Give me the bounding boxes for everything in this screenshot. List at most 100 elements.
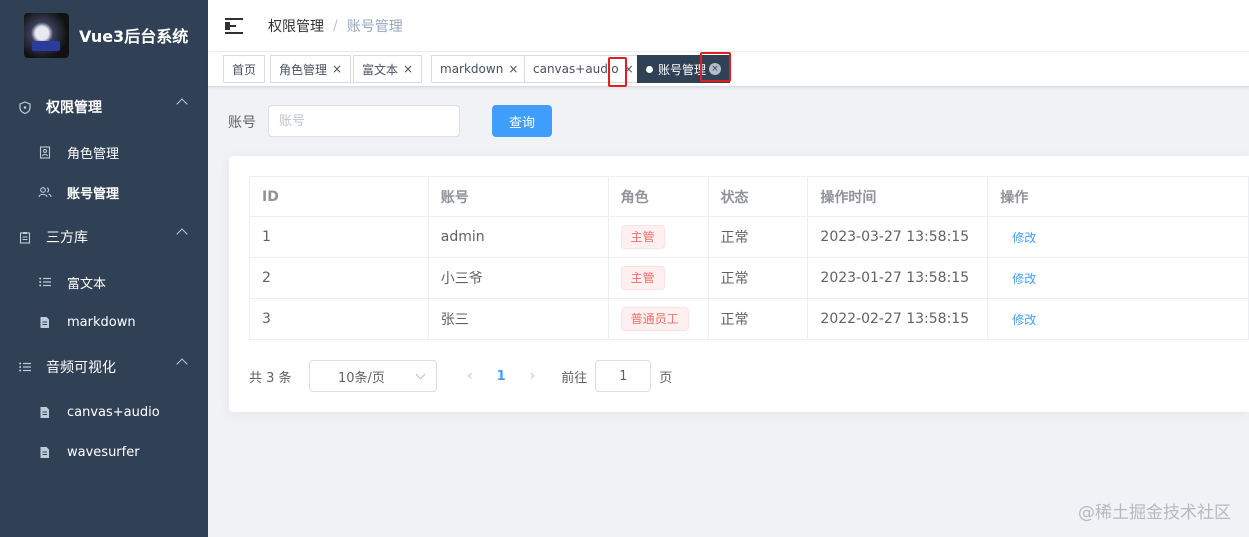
tag-rich-text[interactable]: 富文本 × bbox=[353, 55, 423, 83]
pagination: 共 3 条 10条/页 ‹ 1 › 前往 页 bbox=[249, 360, 672, 392]
cell-id: 1 bbox=[249, 216, 429, 258]
close-icon[interactable]: × bbox=[403, 62, 413, 76]
menu-item-label: markdown bbox=[67, 314, 136, 330]
list-icon bbox=[18, 360, 32, 374]
hamburger-fold-icon[interactable] bbox=[225, 17, 245, 34]
tag-label: canvas+audio bbox=[533, 62, 619, 76]
cell-account: admin bbox=[427, 216, 609, 258]
column-header-action: 操作 bbox=[987, 176, 1249, 217]
table-card: ID 账号 角色 状态 操作时间 操作 1 admin 主管 正常 2023-0… bbox=[229, 156, 1249, 412]
sidebar: Vue3后台系统 权限管理 角色管理 账号管理 三方库 富文本 markdown… bbox=[0, 0, 208, 537]
chevron-down-icon bbox=[415, 369, 426, 380]
menu-item-account-management[interactable]: 账号管理 bbox=[0, 172, 208, 212]
menu-item-label: 富文本 bbox=[67, 276, 107, 292]
role-tag: 主管 bbox=[620, 266, 665, 290]
clipboard-icon bbox=[18, 230, 32, 244]
tags-view: 首页 角色管理 × 富文本 × markdown × canvas+audio … bbox=[208, 52, 1249, 87]
role-tag: 主管 bbox=[620, 225, 665, 249]
logo-image bbox=[24, 12, 69, 58]
page-number-current[interactable]: 1 bbox=[497, 369, 506, 384]
column-header-id: ID bbox=[249, 176, 429, 217]
menu-group-label: 音频可视化 bbox=[46, 360, 116, 376]
breadcrumb-item-account: 账号管理 bbox=[346, 18, 403, 35]
tag-label: 账号管理 bbox=[658, 62, 707, 77]
cell-account: 张三 bbox=[427, 298, 609, 340]
cell-action: 修改 bbox=[987, 216, 1249, 258]
cell-status: 正常 bbox=[707, 216, 809, 258]
menu-item-label: wavesurfer bbox=[67, 444, 140, 460]
breadcrumb: 权限管理 / 账号管理 bbox=[268, 16, 403, 36]
column-header-status: 状态 bbox=[707, 176, 809, 217]
menu-item-label: canvas+audio bbox=[67, 404, 160, 420]
menu-item-markdown[interactable]: markdown bbox=[0, 302, 208, 342]
column-header-role: 角色 bbox=[607, 176, 709, 217]
goto-page-input[interactable] bbox=[595, 360, 652, 392]
column-header-account: 账号 bbox=[427, 176, 609, 217]
menu-item-canvas-audio[interactable]: canvas+audio bbox=[0, 392, 208, 432]
active-dot-icon bbox=[646, 65, 653, 73]
tag-markdown[interactable]: markdown × bbox=[431, 55, 528, 83]
menu-item-role-management[interactable]: 角色管理 bbox=[0, 132, 208, 172]
edit-button[interactable]: 修改 bbox=[1012, 231, 1036, 245]
cell-action: 修改 bbox=[987, 298, 1249, 340]
cell-id: 3 bbox=[249, 298, 429, 340]
role-doc-icon bbox=[38, 145, 52, 159]
chevron-up-icon bbox=[176, 98, 188, 110]
account-table: ID 账号 角色 状态 操作时间 操作 1 admin 主管 正常 2023-0… bbox=[249, 176, 1249, 340]
table-row: 1 admin 主管 正常 2023-03-27 13:58:15 修改 bbox=[249, 216, 1249, 258]
cell-id: 2 bbox=[249, 257, 429, 299]
menu-group-label: 三方库 bbox=[46, 230, 88, 246]
list-icon bbox=[38, 275, 52, 289]
cell-role: 普通员工 bbox=[607, 298, 709, 340]
cell-action: 修改 bbox=[987, 257, 1249, 299]
breadcrumb-item-permission[interactable]: 权限管理 bbox=[268, 16, 324, 36]
menu-item-label: 账号管理 bbox=[67, 186, 120, 202]
highlight-box bbox=[700, 52, 731, 82]
file-edit-icon bbox=[38, 405, 52, 419]
menu-group-label: 权限管理 bbox=[46, 100, 102, 116]
breadcrumb-separator: / bbox=[333, 17, 338, 34]
logo[interactable]: Vue3后台系统 bbox=[0, 0, 208, 70]
cell-account: 小三爷 bbox=[427, 257, 609, 299]
close-icon[interactable]: × bbox=[332, 62, 342, 76]
navbar: 权限管理 / 账号管理 bbox=[208, 0, 1249, 52]
cell-time: 2023-01-27 13:58:15 bbox=[807, 257, 989, 299]
menu-item-wavesurfer[interactable]: wavesurfer bbox=[0, 432, 208, 472]
cell-status: 正常 bbox=[707, 298, 809, 340]
table-row: 3 张三 普通员工 正常 2022-02-27 13:58:15 修改 bbox=[249, 298, 1249, 340]
close-icon[interactable]: × bbox=[508, 62, 518, 76]
table-row: 2 小三爷 主管 正常 2023-01-27 13:58:15 修改 bbox=[249, 257, 1249, 299]
edit-button[interactable]: 修改 bbox=[1012, 313, 1036, 327]
menu-item-rich-text[interactable]: 富文本 bbox=[0, 262, 208, 302]
user-group-icon bbox=[38, 185, 52, 199]
file-edit-icon bbox=[38, 445, 52, 459]
cell-role: 主管 bbox=[607, 216, 709, 258]
chevron-up-icon bbox=[176, 228, 188, 240]
prev-page-button[interactable]: ‹ bbox=[467, 368, 473, 384]
cell-role: 主管 bbox=[607, 257, 709, 299]
query-button[interactable]: 查询 bbox=[492, 105, 552, 137]
menu-group-audio-visual[interactable]: 音频可视化 bbox=[0, 342, 208, 392]
menu-group-third-party[interactable]: 三方库 bbox=[0, 212, 208, 262]
search-label: 账号 bbox=[228, 115, 256, 131]
shield-icon bbox=[18, 100, 32, 114]
page-size-value: 10条/页 bbox=[338, 370, 385, 386]
cell-status: 正常 bbox=[707, 257, 809, 299]
pagination-total: 共 3 条 bbox=[249, 370, 292, 386]
goto-label: 前往 bbox=[561, 370, 588, 386]
account-search-input[interactable] bbox=[268, 105, 460, 137]
file-edit-icon bbox=[38, 315, 52, 329]
chevron-up-icon bbox=[176, 358, 188, 370]
cell-time: 2022-02-27 13:58:15 bbox=[807, 298, 989, 340]
column-header-time: 操作时间 bbox=[807, 176, 989, 217]
sidebar-menu: 权限管理 角色管理 账号管理 三方库 富文本 markdown 音频可视化 ca… bbox=[0, 82, 208, 472]
tag-role-management[interactable]: 角色管理 × bbox=[270, 55, 352, 83]
edit-button[interactable]: 修改 bbox=[1012, 272, 1036, 286]
menu-item-label: 角色管理 bbox=[67, 146, 120, 162]
tag-home[interactable]: 首页 bbox=[223, 55, 266, 83]
next-page-button[interactable]: › bbox=[530, 368, 536, 384]
menu-group-permission[interactable]: 权限管理 bbox=[0, 82, 208, 132]
watermark: @稀土掘金技术社区 bbox=[1078, 503, 1231, 523]
page-size-select[interactable]: 10条/页 bbox=[309, 360, 437, 392]
highlight-box bbox=[608, 57, 627, 87]
